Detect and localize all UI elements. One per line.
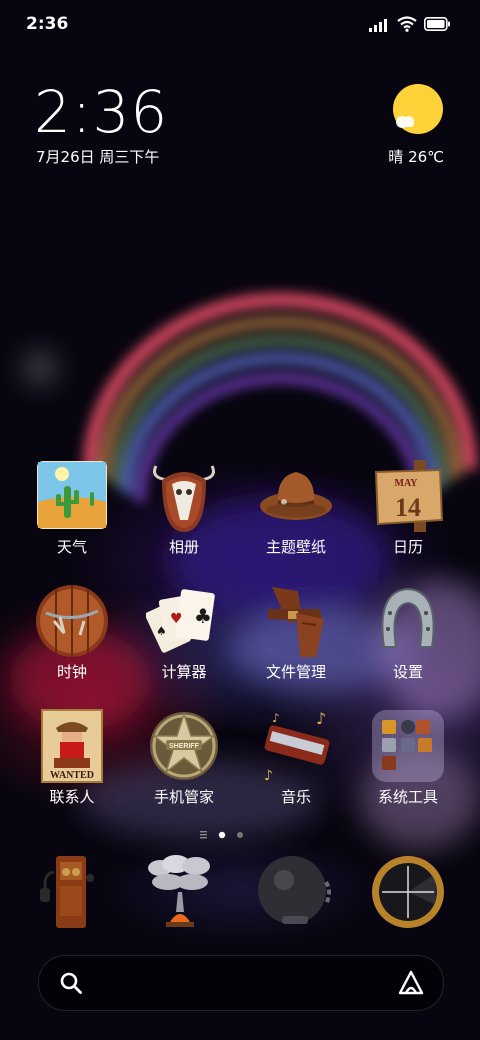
app-label: 主题壁纸 [265,538,326,556]
status-time: 2:36 [26,14,69,34]
horseshoe-icon [381,587,435,648]
app-clock[interactable]: 时钟 [22,583,122,682]
calendar-day: 14 [395,493,421,522]
holster-icon [268,587,324,657]
app-calculator[interactable]: ♣ ♥ ♠ 计算器 [134,583,234,682]
cellular-signal-icon [369,19,387,32]
dock-app-messages[interactable] [130,852,230,932]
app-weather[interactable]: 天气 [22,458,122,557]
app-label: 设置 [392,663,423,681]
status-bar: 2:36 [0,0,480,50]
app-gallery[interactable]: 相册 [134,458,234,557]
cowboy-hat-icon [260,472,332,520]
calendar-sign-icon: MAY 14 [374,460,444,532]
battery-icon [424,17,450,31]
app-contacts[interactable]: WANTED 联系人 [22,708,122,807]
page-dot[interactable] [237,832,243,838]
app-label: 音乐 [280,788,311,806]
search-bar[interactable] [38,955,444,1011]
harmonica-icon: ♪ ♪ ♪ [264,709,330,784]
bull-skull-icon [153,465,215,532]
ball-and-chain-icon [258,856,331,924]
app-label: 文件管理 [265,663,326,681]
app-label: 日历 [392,538,423,556]
app-system-tools-folder[interactable]: 系统工具 [358,708,458,807]
app-label: 手机管家 [153,788,214,806]
sunny-weather-icon[interactable] [392,84,444,136]
app-label: 联系人 [49,788,95,806]
sheriff-text: SHERIFF [169,743,200,750]
campfire-smoke-icon [148,855,210,927]
svg-text:♪: ♪ [264,768,273,784]
svg-text:♣: ♣ [194,604,212,628]
folder-icon [372,710,444,782]
sheriff-badge-icon: SHERIFF [150,711,218,780]
scope-crosshair-icon [372,856,444,928]
clock-widget-time[interactable]: 2:36 [34,78,168,146]
app-label: 相册 [168,538,199,556]
page-indicator[interactable] [200,829,250,841]
wanted-text: WANTED [50,770,94,781]
app-calendar[interactable]: MAY 14 日历 [358,458,458,557]
svg-text:♥: ♥ [170,611,183,627]
page-list-icon [200,831,207,839]
calendar-month: MAY [395,478,419,489]
app-label: 计算器 [161,663,207,681]
app-file-manager[interactable]: 文件管理 [246,583,346,682]
wanted-poster-icon: WANTED [41,709,103,783]
app-themes[interactable]: 主题壁纸 [246,458,346,557]
dock-app-browser[interactable] [246,852,346,932]
svg-text:♠: ♠ [156,624,167,638]
dock-app-phone[interactable] [20,852,120,932]
playing-cards-icon: ♣ ♥ ♠ [146,589,215,653]
wifi-icon [397,16,417,32]
antique-telephone-icon [40,856,94,928]
search-icon[interactable] [59,971,83,995]
svg-text:♪: ♪ [272,711,280,725]
svg-text:♪: ♪ [316,709,326,728]
dock-app-camera[interactable] [358,852,458,932]
desert-cactus-icon [37,461,107,529]
app-security[interactable]: SHERIFF 手机管家 [134,708,234,807]
page-dot-active[interactable] [218,831,226,839]
wooden-barrel-clock-icon [36,585,108,657]
assistant-icon[interactable] [397,969,425,997]
app-label: 天气 [56,538,87,556]
app-label: 系统工具 [377,788,438,806]
app-settings[interactable]: 设置 [358,583,458,682]
app-label: 时钟 [56,663,87,681]
clock-widget-date[interactable]: 7月26日 周三下午 [36,146,159,167]
weather-text[interactable]: 晴 26℃ [388,146,444,167]
app-music[interactable]: ♪ ♪ ♪ 音乐 [246,708,346,807]
